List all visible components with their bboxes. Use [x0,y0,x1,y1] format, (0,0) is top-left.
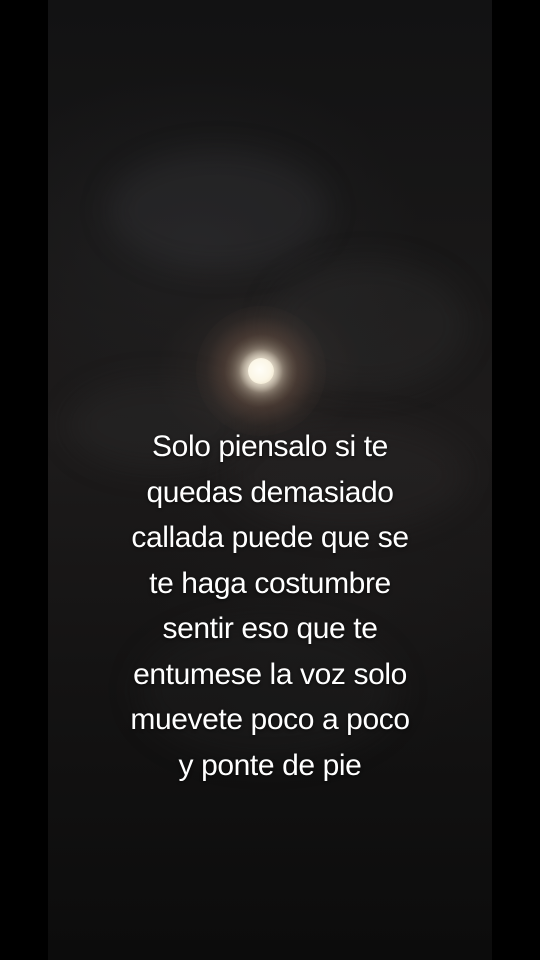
caption-line: sentir eso que te [162,612,378,645]
caption-text: Solo piensalo si te quedas demasiado cal… [60,424,480,788]
right-letterbox [492,0,540,960]
caption-line: muevete poco a poco [130,703,410,736]
caption-line: y ponte de pie [178,748,362,782]
caption-line: callada puede que se [131,521,409,554]
caption-line: entumese la voz solo [133,657,407,691]
moon [248,358,274,384]
cloud [108,150,328,270]
caption-line: quedas demasiado [146,475,394,509]
caption-line: Solo piensalo si te [152,430,388,463]
caption-line: te haga costumbre [149,566,391,600]
left-letterbox [0,0,48,960]
video-frame: Solo piensalo si te quedas demasiado cal… [0,0,540,960]
